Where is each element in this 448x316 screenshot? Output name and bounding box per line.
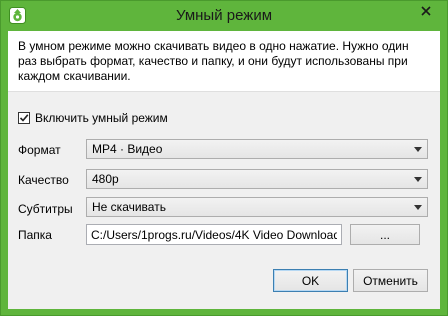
title-bar[interactable]: Умный режим — [1, 1, 447, 31]
close-button[interactable] — [410, 1, 441, 22]
window-title: Умный режим — [175, 7, 273, 24]
quality-select-value: 480p — [92, 172, 119, 186]
chevron-down-icon — [409, 176, 427, 182]
dialog-body: В умном режиме можно скачивать видео в о… — [8, 31, 440, 309]
checkmark-icon — [19, 114, 29, 122]
chevron-down-icon — [409, 146, 427, 152]
format-select-value: MP4 · Видео — [92, 142, 163, 156]
subtitles-select[interactable]: Не скачивать — [86, 197, 428, 217]
quality-label: Качество — [18, 173, 69, 187]
subtitles-select-value: Не скачивать — [92, 200, 166, 214]
ok-button[interactable]: OK — [273, 269, 348, 292]
smart-mode-checkbox-label[interactable]: Включить умный режим — [35, 111, 168, 125]
smart-mode-dialog: Умный режим В умном режиме можно скачива… — [0, 0, 448, 316]
subtitles-label: Субтитры — [18, 202, 73, 216]
description-panel: В умном режиме можно скачивать видео в о… — [8, 31, 440, 92]
cancel-button[interactable]: Отменить — [353, 269, 428, 292]
quality-select[interactable]: 480p — [86, 169, 428, 189]
chevron-down-icon — [409, 204, 427, 210]
smart-mode-checkbox[interactable] — [18, 112, 30, 124]
close-icon — [420, 5, 431, 19]
smart-mode-checkbox-row[interactable]: Включить умный режим — [18, 111, 168, 125]
folder-path-input[interactable] — [86, 224, 342, 245]
browse-folder-button[interactable]: ... — [350, 224, 420, 245]
folder-label: Папка — [18, 228, 52, 242]
description-text: В умном режиме можно скачивать видео в о… — [18, 39, 409, 83]
format-label: Формат — [18, 143, 61, 157]
format-select[interactable]: MP4 · Видео — [86, 139, 428, 159]
